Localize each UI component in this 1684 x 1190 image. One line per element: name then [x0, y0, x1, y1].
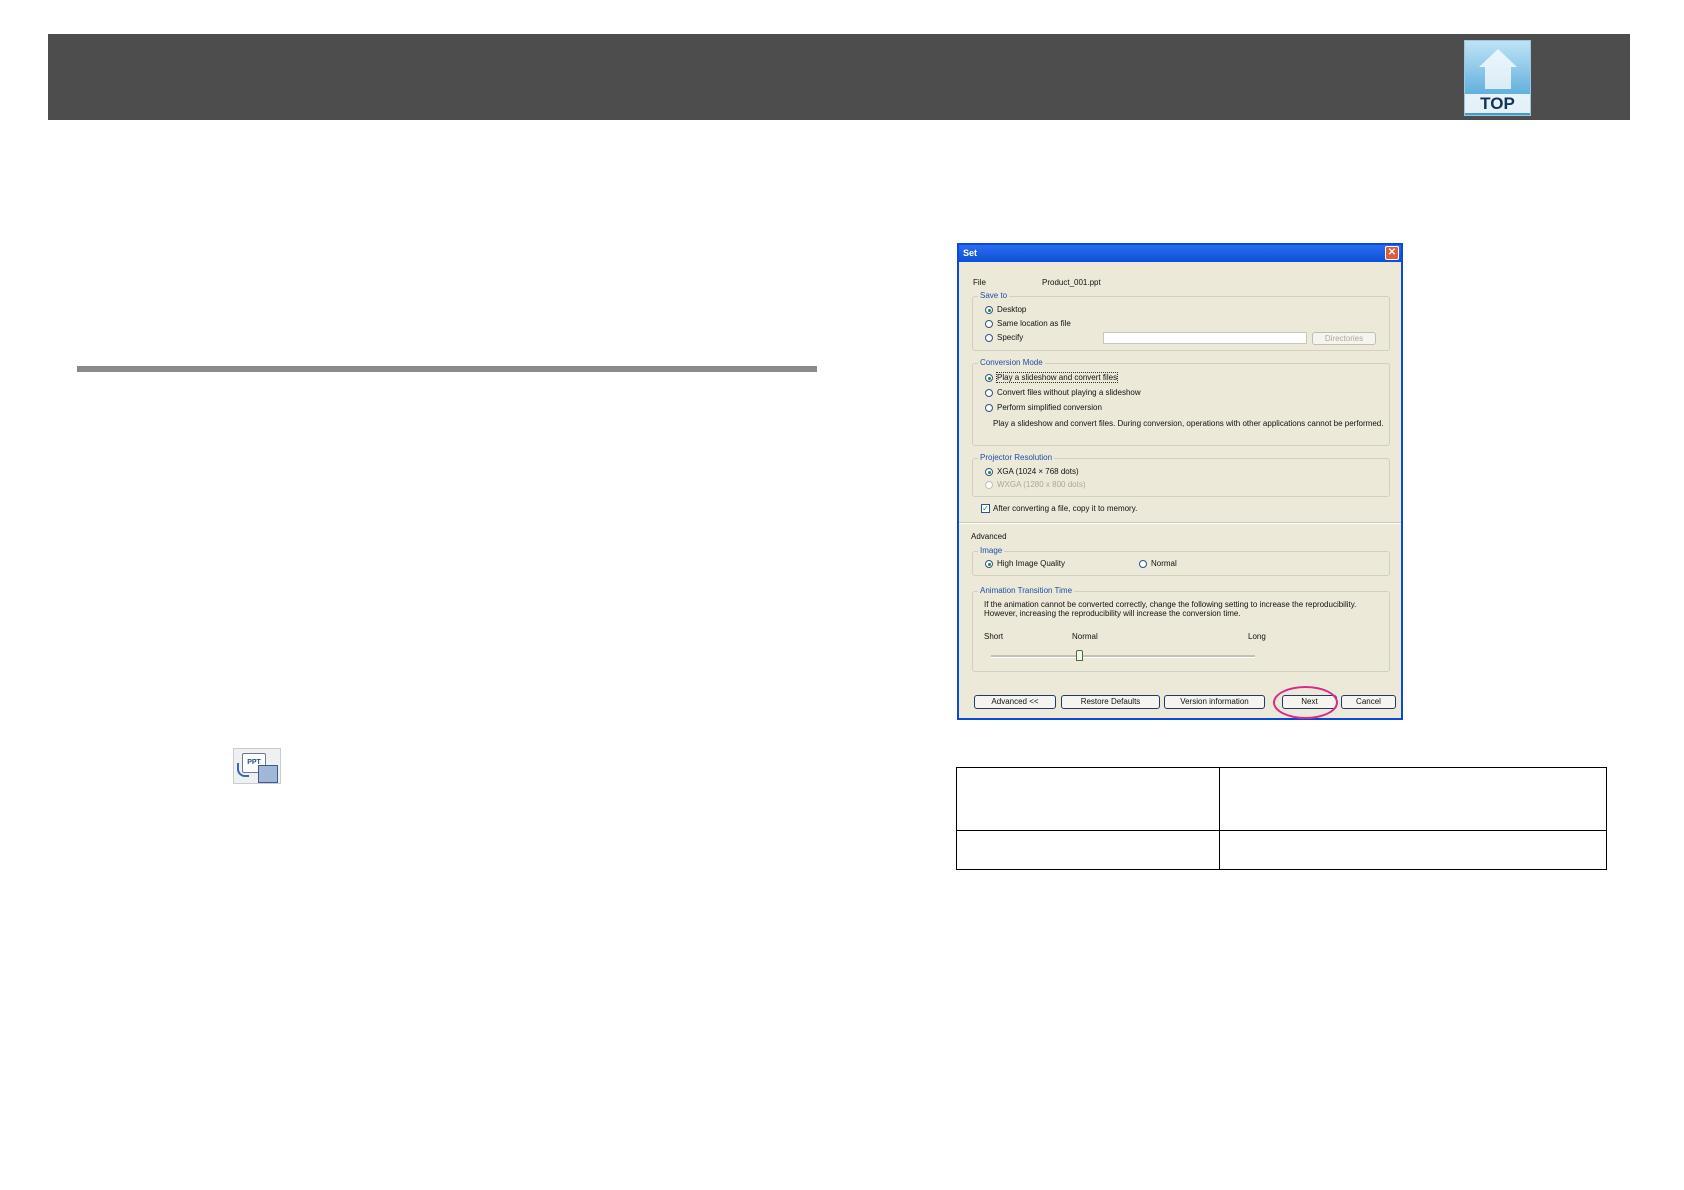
radio-high-quality[interactable] [985, 560, 993, 568]
conversion-mode-description: Play a slideshow and convert files. Duri… [993, 419, 1384, 428]
save-to-title: Save to [978, 291, 1010, 300]
slider-label-normal: Normal [1072, 632, 1098, 641]
ppt-converter-icon: PPT [233, 748, 281, 784]
top-button-label: TOP [1465, 94, 1530, 113]
projector-resolution-group: Projector Resolution XGA (1024 × 768 dot… [972, 453, 1390, 497]
advanced-label: Advanced [971, 532, 1007, 541]
radio-wxga[interactable] [985, 481, 993, 489]
radio-wxga-label: WXGA (1280 x 800 dots) [997, 480, 1086, 489]
animation-title: Animation Transition Time [978, 586, 1075, 595]
converted-doc-icon [258, 765, 278, 783]
radio-convert-without-slideshow-label: Convert files without playing a slidesho… [997, 388, 1141, 397]
radio-xga-label: XGA (1024 × 768 dots) [997, 467, 1079, 476]
table-cell [956, 830, 1220, 870]
radio-simplified-conversion[interactable] [985, 404, 993, 412]
copy-to-memory-label: After converting a file, copy it to memo… [993, 504, 1138, 513]
restore-defaults-button[interactable]: Restore Defaults [1061, 695, 1160, 709]
image-title: Image [978, 546, 1005, 555]
animation-group: Animation Transition Time If the animati… [972, 586, 1390, 672]
radio-desktop[interactable] [985, 306, 993, 314]
home-icon-body [1485, 67, 1511, 89]
radio-normal-quality[interactable] [1139, 560, 1147, 568]
radio-specify[interactable] [985, 334, 993, 342]
copy-to-memory-checkbox[interactable]: ✓ [981, 504, 990, 513]
radio-convert-without-slideshow[interactable] [985, 389, 993, 397]
page-header-bar [48, 34, 1630, 120]
radio-play-slideshow[interactable] [985, 374, 993, 382]
save-to-group: Save to Desktop Same location as file Sp… [972, 291, 1390, 351]
radio-same-location-label: Same location as file [997, 319, 1071, 328]
advanced-separator [959, 522, 1401, 524]
conversion-mode-group: Conversion Mode Play a slideshow and con… [972, 358, 1390, 446]
directories-button[interactable]: Directories [1312, 332, 1376, 345]
animation-description-1: If the animation cannot be converted cor… [984, 600, 1357, 609]
convert-arrow-icon [237, 763, 249, 777]
section-divider [77, 366, 817, 372]
radio-simplified-conversion-label: Perform simplified conversion [997, 403, 1102, 412]
next-button-highlight [1273, 686, 1338, 719]
close-icon[interactable]: ✕ [1385, 246, 1399, 260]
radio-specify-label: Specify [997, 333, 1024, 342]
set-dialog: Set ✕ File Product_001.ppt Save to Deskt… [957, 243, 1403, 720]
slider-label-long: Long [1248, 632, 1266, 641]
version-information-button[interactable]: Version information [1164, 695, 1265, 709]
table-cell [1219, 830, 1607, 870]
home-icon [1479, 49, 1517, 67]
radio-high-quality-label: High Image Quality [997, 559, 1066, 568]
radio-desktop-label: Desktop [997, 305, 1027, 314]
table-row [956, 830, 1607, 870]
table-row [956, 767, 1607, 831]
radio-same-location[interactable] [985, 320, 993, 328]
top-link-button[interactable]: TOP [1464, 40, 1531, 116]
table-cell [956, 767, 1220, 831]
radio-normal-quality-label: Normal [1151, 559, 1177, 568]
animation-description-2: However, increasing the reproducibility … [984, 609, 1241, 618]
advanced-toggle-button[interactable]: Advanced << [974, 695, 1056, 709]
file-label: File [973, 278, 986, 287]
specify-path-input [1103, 332, 1307, 344]
dialog-titlebar: Set ✕ [959, 245, 1401, 262]
slider-label-short: Short [984, 632, 1004, 641]
settings-table [956, 767, 1607, 870]
conversion-mode-title: Conversion Mode [978, 358, 1045, 367]
image-group: Image High Image Quality Normal [972, 546, 1390, 576]
animation-slider-thumb[interactable] [1076, 650, 1083, 661]
file-value: Product_001.ppt [1042, 278, 1101, 287]
cancel-button[interactable]: Cancel [1341, 695, 1396, 709]
radio-xga[interactable] [985, 468, 993, 476]
dialog-title: Set [963, 248, 978, 258]
projector-resolution-title: Projector Resolution [978, 453, 1055, 462]
table-cell [1219, 767, 1607, 831]
radio-play-slideshow-label: Play a slideshow and convert files [995, 372, 1119, 383]
animation-slider-track[interactable] [991, 655, 1255, 658]
